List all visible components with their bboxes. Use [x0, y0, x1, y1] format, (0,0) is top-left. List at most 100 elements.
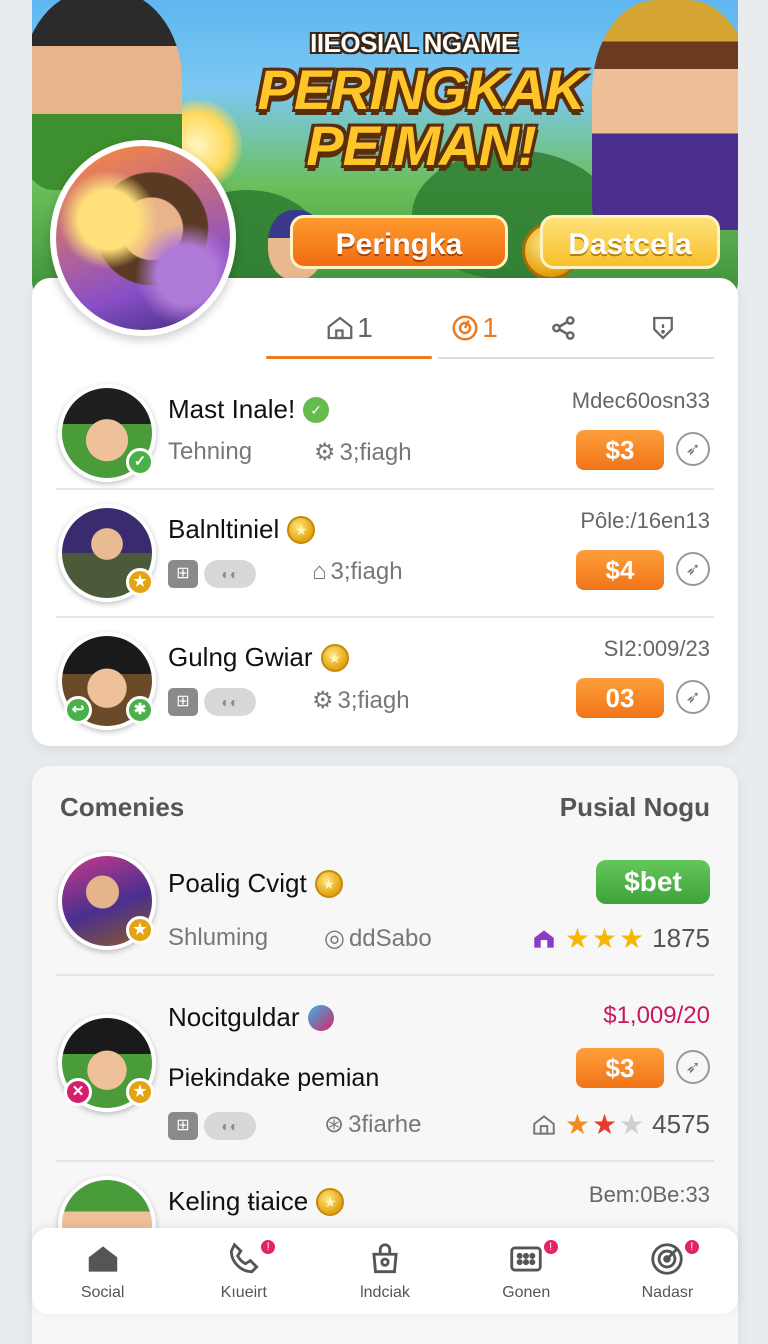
close-badge-icon: ✕ — [64, 1078, 92, 1106]
player-meta: 3;fiagh — [339, 438, 412, 466]
avatar[interactable]: ↩ ✱ — [58, 632, 156, 730]
dastcela-button[interactable]: Dastcela — [540, 215, 720, 269]
send-icon[interactable]: ➶ — [676, 680, 710, 714]
nav-label: Gonen — [502, 1284, 551, 1301]
star-icon: ★ — [564, 923, 590, 954]
nav-social[interactable]: Social — [32, 1228, 173, 1314]
tab-home-count: 1 — [357, 312, 373, 343]
send-icon[interactable]: ➶ — [676, 1050, 710, 1084]
player-name: Gulng Gwiar — [168, 642, 313, 672]
star-icon: ★ — [591, 1109, 618, 1140]
leaf-pair-icon: ◐◐ — [204, 560, 256, 588]
avatar[interactable]: ★ — [58, 852, 156, 950]
list-item[interactable]: ✕ ★ Nocitguldar Piekindake pemian ⊞ ◐◐ ⊛… — [56, 974, 714, 1162]
hero-title-line1: PERINGKAK — [257, 58, 585, 121]
bag-icon — [372, 1243, 398, 1274]
gift-icon: ⊞ — [168, 1112, 198, 1140]
player-name: Mast Inale! — [168, 394, 296, 424]
leaderboard-row[interactable]: ✓ Mast Inale! ✓ Tehning ⚙ 3;fiagh Mdec60… — [56, 370, 714, 496]
community-name: Keling ŧiaice — [168, 1186, 309, 1216]
send-icon[interactable]: ➶ — [676, 552, 710, 586]
avatar[interactable]: ✕ ★ — [58, 1014, 156, 1112]
hero-character-right — [592, 0, 738, 230]
section-link[interactable]: Pusial Nogu — [560, 792, 710, 823]
tab-home[interactable]: 1 — [266, 300, 432, 356]
community-status: Shluming — [168, 924, 269, 951]
tab-divider — [438, 357, 714, 359]
phone-icon — [229, 1242, 259, 1274]
price-button[interactable]: $3 — [576, 430, 664, 470]
avatar[interactable]: ★ — [58, 504, 156, 602]
tab-share[interactable] — [516, 300, 612, 356]
leaf-badge-icon: ✓ — [303, 396, 330, 423]
house-icon: ⌂ — [312, 558, 327, 585]
bottom-nav: Social ! Kıueirt lndciak ! Gonen ! Nadas… — [32, 1228, 738, 1314]
leaf-pair-icon: ◐◐ — [204, 688, 256, 716]
coin-badge-icon: ★ — [126, 568, 154, 596]
target-icon — [452, 315, 478, 341]
check-badge-icon: ↩ — [64, 696, 92, 724]
nav-kiueirt[interactable]: ! Kıueirt — [173, 1228, 314, 1314]
star-rating: ★ ★ ★ 1875 — [531, 922, 710, 955]
coin-badge-icon: ★ — [126, 1078, 154, 1106]
nav-gonen[interactable]: ! Gonen — [456, 1228, 597, 1314]
bet-button[interactable]: $bet — [596, 860, 710, 904]
home-icon — [88, 1246, 117, 1272]
timestamp: Bem:0Be:33 — [588, 1182, 710, 1207]
price-text: $1,009/20 — [603, 1002, 710, 1029]
timestamp: Mdec60osn33 — [571, 388, 710, 413]
hero-title-line2: PEIMAN! — [306, 114, 536, 177]
send-icon[interactable]: ➶ — [676, 432, 710, 466]
notification-badge: ! — [541, 1238, 560, 1256]
tab-bar: 1 1 — [266, 300, 714, 359]
gem-icon — [307, 1004, 334, 1031]
nav-nadasr[interactable]: ! Nadasr — [597, 1228, 738, 1314]
star-rating: ★ ★ ★ 4575 — [531, 1108, 710, 1141]
leaderboard-row[interactable]: ★ Balnltiniel ★ ⊞ ◐◐ ⌂ 3;fiagh Pôle:/16e… — [56, 488, 714, 614]
section-title: Comenies — [60, 792, 185, 822]
gift-icon: ⊞ — [168, 688, 198, 716]
peringka-button[interactable]: Peringka — [290, 215, 508, 269]
target-icon: ◎ — [324, 925, 345, 952]
medal-icon: ⊛ — [324, 1111, 345, 1138]
active-tab-indicator — [266, 356, 432, 359]
leaderboard-card: 1 1 ✓ Mast Inale! ✓ Tehning ⚙ 3;fiagh Md… — [32, 278, 738, 746]
nav-lndciak[interactable]: lndciak — [314, 1228, 455, 1314]
star-icon: ★ — [591, 923, 618, 954]
price-button[interactable]: 03 — [576, 678, 664, 718]
gift-icon: ⊞ — [168, 560, 198, 588]
star-icon: ★ — [564, 1109, 590, 1140]
gear-icon: ⚙ — [312, 687, 334, 714]
nav-label: Social — [80, 1284, 125, 1301]
plus-badge-icon: ✱ — [126, 696, 154, 724]
tab-shield[interactable] — [612, 300, 714, 356]
notification-badge: ! — [259, 1238, 278, 1256]
price-button[interactable]: $3 — [576, 1048, 664, 1088]
community-name: Nocitguldar — [168, 1002, 300, 1032]
timestamp: SI2:009/23 — [603, 636, 710, 661]
community-meta: 3fiarhe — [348, 1110, 422, 1138]
share-icon — [552, 316, 575, 340]
home-icon — [327, 316, 353, 340]
tab-target[interactable]: 1 — [432, 300, 516, 356]
radar-icon — [651, 1243, 684, 1275]
nav-label: Kıueirt — [220, 1284, 267, 1301]
avatar[interactable]: ✓ — [58, 384, 156, 482]
community-description: Piekindake pemian — [168, 1064, 380, 1092]
profile-avatar[interactable] — [50, 140, 236, 336]
coin-badge-icon: ★ — [126, 916, 154, 944]
community-meta: ddSabo — [348, 924, 432, 952]
player-meta: 3;fiagh — [330, 558, 403, 585]
online-badge-icon: ✓ — [126, 448, 154, 476]
timestamp: Pôle:/16en13 — [580, 508, 710, 533]
community-name: Poalig Cvigt — [168, 868, 307, 898]
leaderboard-row[interactable]: ↩ ✱ Gulng Gwiar ★ ⊞ ◐◐ ⚙ 3;fiagh SI2:009… — [56, 616, 714, 742]
list-item[interactable]: ★ Poalig Cvigt ★ Shluming ◎ ddSabo $bet … — [56, 846, 714, 976]
house-icon — [533, 1114, 555, 1135]
player-meta: 3;fiagh — [337, 686, 410, 714]
coin-icon: ★ — [316, 1187, 345, 1216]
rating-count: 1875 — [652, 923, 710, 953]
coin-icon: ★ — [320, 643, 349, 672]
price-button[interactable]: $4 — [576, 550, 664, 590]
grid-icon — [510, 1246, 542, 1272]
